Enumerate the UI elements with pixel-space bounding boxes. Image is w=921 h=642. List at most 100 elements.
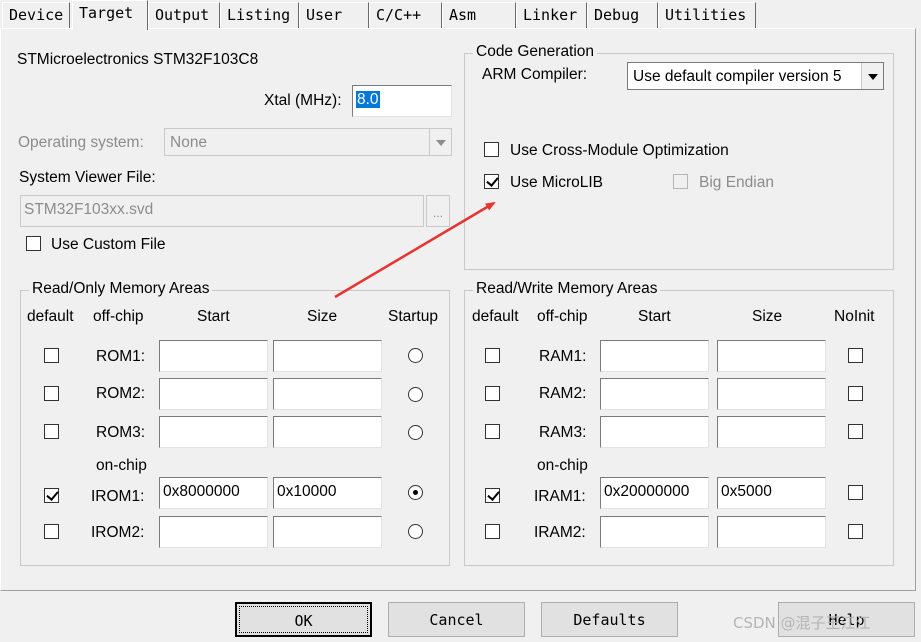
iram1-start-input[interactable]: 0x20000000 [600,477,709,509]
custom-file-checkbox[interactable] [26,236,41,251]
rom2-label: ROM2: [96,385,146,402]
rom1-startup-radio[interactable] [408,348,423,363]
rw-memory-title: Read/Write Memory Areas [473,280,661,298]
rom3-startup-radio[interactable] [408,425,423,440]
irom1-label: IROM1: [91,488,145,505]
svf-browse-button[interactable]: ... [426,195,450,227]
rw-header-default: default [472,308,519,325]
ram1-size-input[interactable] [717,340,826,372]
ram3-default-checkbox[interactable] [485,424,500,439]
xtal-input[interactable]: 8.0 [352,85,452,117]
rom1-size-input[interactable] [273,340,382,372]
os-label: Operating system: [18,134,144,151]
ram3-start-input[interactable] [600,416,709,448]
os-value: None [170,134,208,151]
compiler-select[interactable]: Use default compiler version 5 [627,62,884,90]
rom2-start-input[interactable] [159,378,268,410]
cancel-button[interactable]: Cancel [388,602,525,637]
rw-header-noinit: NoInit [834,308,875,325]
iram1-default-checkbox[interactable] [485,488,500,503]
watermark: CSDN @混子王江江 [733,614,871,632]
ram3-size-input[interactable] [717,416,826,448]
rom3-size-input[interactable] [273,416,382,448]
ram2-noinit-checkbox[interactable] [848,386,863,401]
iram2-noinit-checkbox[interactable] [848,524,863,539]
tab-asm[interactable]: Asm [442,2,516,28]
rw-onchip-label: on-chip [537,457,588,474]
ram1-noinit-checkbox[interactable] [848,348,863,363]
iram2-start-input[interactable] [600,516,709,548]
iram1-label: IRAM1: [534,488,586,505]
ro-onchip-label: on-chip [96,457,147,474]
irom2-startup-radio[interactable] [408,524,423,539]
cross-module-label: Use Cross-Module Optimization [510,142,729,159]
chevron-down-icon[interactable] [861,63,883,89]
irom1-default-checkbox[interactable] [44,488,59,503]
rom3-start-input[interactable] [159,416,268,448]
svf-input[interactable]: STM32F103xx.svd [20,195,424,227]
ro-header-start: Start [197,308,230,325]
iram1-noinit-checkbox[interactable] [848,485,863,500]
rw-header-size: Size [752,308,783,325]
tab-debug[interactable]: Debug [587,2,658,28]
tab-device[interactable]: Device [2,2,70,28]
ro-memory-title: Read/Only Memory Areas [29,280,213,298]
ram1-default-checkbox[interactable] [485,348,500,363]
os-select[interactable]: None [164,128,452,156]
rw-header-offchip: off-chip [537,308,588,325]
tab-user[interactable]: User [299,2,369,28]
iram2-default-checkbox[interactable] [485,524,500,539]
rw-header-start: Start [638,308,671,325]
tab-target[interactable]: Target [72,0,148,30]
iram2-label: IRAM2: [534,524,586,541]
ram2-start-input[interactable] [600,378,709,410]
microlib-label: Use MicroLIB [510,174,604,191]
xtal-label: Xtal (MHz): [264,92,342,109]
tab-cpp[interactable]: C/C++ [369,2,442,28]
irom1-start-input[interactable]: 0x8000000 [159,477,268,509]
rom2-startup-radio[interactable] [408,387,423,402]
ram2-size-input[interactable] [717,378,826,410]
code-generation-title: Code Generation [473,43,598,61]
ro-header-size: Size [307,308,338,325]
compiler-label: ARM Compiler: [482,66,588,83]
ram2-label: RAM2: [539,385,587,402]
ram3-noinit-checkbox[interactable] [848,424,863,439]
rom1-label: ROM1: [96,348,146,365]
iram1-size-input[interactable]: 0x5000 [717,477,826,509]
rom2-default-checkbox[interactable] [44,386,59,401]
device-name: STMicroelectronics STM32F103C8 [17,51,259,68]
defaults-button[interactable]: Defaults [541,602,678,637]
irom2-default-checkbox[interactable] [44,524,59,539]
irom2-start-input[interactable] [159,516,268,548]
iram2-size-input[interactable] [717,516,826,548]
xtal-value: 8.0 [356,91,380,108]
microlib-checkbox[interactable] [484,174,499,189]
rom3-label: ROM3: [96,424,146,441]
rom2-size-input[interactable] [273,378,382,410]
big-endian-label: Big Endian [699,174,774,191]
ok-button[interactable]: OK [235,602,372,637]
tab-bar: Device Target Output Listing User C/C++ … [0,0,921,30]
rom1-default-checkbox[interactable] [44,348,59,363]
ram3-label: RAM3: [539,424,587,441]
ro-header-default: default [27,308,74,325]
ro-header-offchip: off-chip [93,308,144,325]
tab-output[interactable]: Output [148,2,220,28]
irom2-label: IROM2: [91,524,145,541]
svf-label: System Viewer File: [19,169,156,186]
irom1-size-input[interactable]: 0x10000 [273,477,382,509]
irom2-size-input[interactable] [273,516,382,548]
tab-utilities[interactable]: Utilities [658,2,756,28]
ram2-default-checkbox[interactable] [485,386,500,401]
custom-file-label: Use Custom File [51,236,166,253]
tab-listing[interactable]: Listing [220,2,299,28]
rom3-default-checkbox[interactable] [44,424,59,439]
tab-linker[interactable]: Linker [516,2,587,28]
rom1-start-input[interactable] [159,340,268,372]
ram1-start-input[interactable] [600,340,709,372]
big-endian-checkbox[interactable] [673,174,688,189]
irom1-startup-radio[interactable] [408,485,423,500]
cross-module-checkbox[interactable] [484,142,499,157]
chevron-down-icon[interactable] [429,129,451,155]
